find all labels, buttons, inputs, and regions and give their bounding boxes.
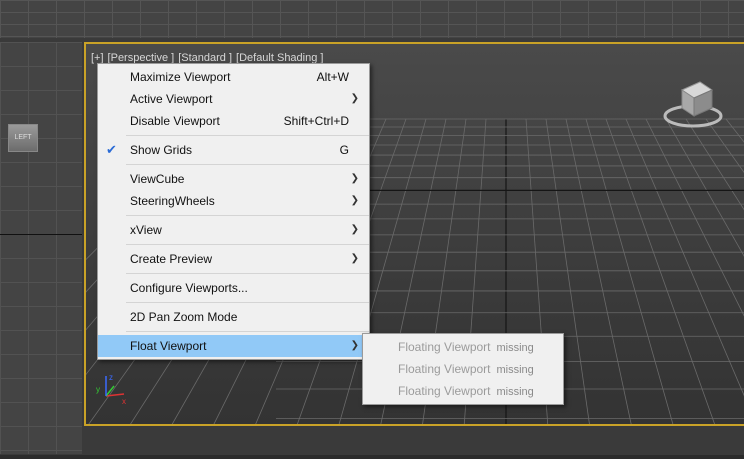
menu-item-label: Configure Viewports... [130,281,248,295]
submenu-item-label: Floating Viewport [398,340,491,354]
menu-item-label: Create Preview [130,252,213,266]
menu-item-disable-viewport[interactable]: Disable Viewport Shift+Ctrl+D [98,110,369,132]
viewport-context-menu: Maximize Viewport Alt+W Active Viewport … [97,63,370,360]
menu-item-label: Disable Viewport [130,114,220,128]
submenu-item-label: Floating Viewport [398,384,491,398]
menu-item-2d-pan-zoom-mode[interactable]: 2D Pan Zoom Mode [98,306,369,328]
menu-separator [126,302,369,303]
grid-line [685,118,744,211]
menu-item-xview[interactable]: xView ❯ [98,219,369,241]
submenu-item-status: missing [496,386,534,398]
axis-gizmo-icon: x y z [96,373,126,406]
grid-line [705,118,744,174]
menu-separator [126,164,369,165]
menu-item-label: SteeringWheels [130,194,215,208]
menu-item-create-preview[interactable]: Create Preview ❯ [98,248,369,270]
submenu-item-floating-viewport-1[interactable]: Floating Viewport missing [363,336,563,358]
menu-item-label: Maximize Viewport [130,70,231,84]
submenu-item-label: Floating Viewport [398,362,491,376]
menu-separator [126,273,369,274]
left-viewport[interactable]: LEFT [0,42,82,454]
menu-separator [126,331,369,332]
menu-separator [126,244,369,245]
gizmo-y-label: y [96,385,100,394]
submenu-item-floating-viewport-3[interactable]: Floating Viewport missing [363,380,563,402]
grid-line [725,118,744,143]
bottom-strip [0,455,744,459]
menu-item-configure-viewports[interactable]: Configure Viewports... [98,277,369,299]
chevron-right-icon: ❯ [350,340,359,351]
checkmark-icon: ✔ [106,142,117,157]
gizmo-z-label: z [109,373,113,382]
grid-line [665,118,744,257]
menu-item-shortcut: G [339,143,349,157]
float-viewport-submenu: Floating Viewport missing Floating Viewpo… [362,333,564,405]
submenu-item-status: missing [496,364,534,376]
menu-item-maximize-viewport[interactable]: Maximize Viewport Alt+W [98,66,369,88]
menu-item-shortcut: Shift+Ctrl+D [283,114,349,128]
menu-item-shortcut: Alt+W [316,70,349,84]
menu-item-label: Float Viewport [130,339,207,353]
left-viewport-axis-line [0,234,82,235]
menu-item-label: Show Grids [130,143,193,157]
grid-line [605,118,716,424]
chevron-right-icon: ❯ [350,195,359,206]
menu-item-steeringwheels[interactable]: SteeringWheels ❯ [98,190,369,212]
chevron-right-icon: ❯ [350,93,359,104]
submenu-item-status: missing [496,342,534,354]
menu-item-viewcube[interactable]: ViewCube ❯ [98,168,369,190]
menu-item-float-viewport[interactable]: Float Viewport ❯ [98,335,369,357]
menu-item-label: ViewCube [130,172,185,186]
menu-separator [126,135,369,136]
menu-item-active-viewport[interactable]: Active Viewport ❯ [98,88,369,110]
chevron-right-icon: ❯ [350,224,359,235]
chevron-right-icon: ❯ [350,173,359,184]
chevron-right-icon: ❯ [350,253,359,264]
menu-item-label: Active Viewport [130,92,213,106]
viewcube-icon[interactable] [660,72,726,134]
grid-line [625,118,744,397]
menu-item-label: xView [130,223,162,237]
left-viewcube[interactable]: LEFT [8,124,38,152]
top-viewport-strip[interactable] [0,0,744,38]
submenu-item-floating-viewport-2[interactable]: Floating Viewport missing [363,358,563,380]
menu-item-label: 2D Pan Zoom Mode [130,310,238,324]
gizmo-x-label: x [122,397,126,406]
menu-separator [126,215,369,216]
menu-item-show-grids[interactable]: ✔ Show Grids G [98,139,369,161]
